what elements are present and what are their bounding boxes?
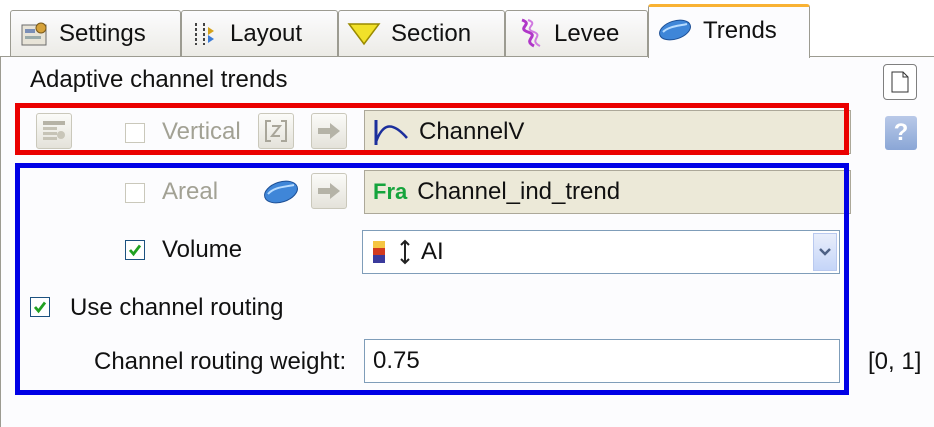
tab-levee[interactable]: Levee: [505, 10, 648, 56]
volume-dropdown[interactable]: AI: [362, 230, 840, 274]
arrow-right-icon: [318, 123, 340, 139]
updown-arrow-icon: [400, 239, 410, 265]
areal-checkbox[interactable]: [125, 183, 145, 203]
tab-trends[interactable]: Trends: [648, 4, 810, 58]
vertical-label: Vertical: [162, 118, 241, 145]
checkmark-icon: [33, 301, 47, 314]
vertical-zfilter-button[interactable]: [258, 113, 294, 149]
vertical-trend-field[interactable]: ChannelV: [364, 110, 851, 154]
seismic-cube-icon: [373, 241, 385, 263]
table-settings-icon: [43, 121, 65, 140]
channel-routing-weight-value: 0.75: [373, 347, 420, 374]
tab-trends-label: Trends: [703, 17, 777, 44]
tab-levee-label: Levee: [554, 19, 620, 47]
dropdown-arrow-button[interactable]: [813, 233, 837, 271]
channel-routing-weight-input[interactable]: 0.75: [364, 339, 840, 383]
volume-value: AI: [421, 238, 444, 265]
areal-map-icon: [264, 180, 298, 204]
settings-icon: [21, 22, 47, 45]
vertical-settings-button[interactable]: [36, 113, 72, 149]
new-document-button[interactable]: [883, 64, 917, 100]
tab-settings[interactable]: Settings: [10, 10, 181, 56]
panel-title: Adaptive channel trends: [30, 66, 288, 93]
channel-routing-weight-label: Channel routing weight:: [94, 348, 347, 375]
checkmark-icon: [128, 244, 142, 257]
use-channel-routing-label: Use channel routing: [70, 294, 284, 321]
new-document-icon: [891, 71, 909, 93]
arrow-right-icon: [318, 183, 340, 199]
tab-layout[interactable]: Layout: [181, 10, 338, 56]
areal-trend-field[interactable]: Fra Channel_ind_trend: [364, 170, 851, 214]
vertical-trend-value: ChannelV: [419, 118, 525, 145]
z-filter-icon: [265, 120, 287, 142]
vertical-curve-icon: [374, 120, 408, 145]
vertical-arrow-button[interactable]: [311, 113, 347, 149]
vertical-checkbox[interactable]: [125, 123, 145, 143]
volume-checkbox[interactable]: [125, 240, 145, 260]
fracture-grid-icon: Fra: [373, 179, 408, 204]
layout-icon: [195, 22, 214, 45]
tab-section-label: Section: [391, 19, 472, 47]
help-icon: ?: [893, 119, 909, 146]
levee-icon: [521, 18, 541, 47]
areal-trend-value: Channel_ind_trend: [417, 178, 621, 205]
tab-section[interactable]: Section: [338, 10, 505, 56]
tab-settings-label: Settings: [59, 19, 146, 47]
trends-icon: [659, 19, 691, 41]
channel-routing-weight-range: [0, 1]: [868, 348, 922, 375]
tab-layout-label: Layout: [230, 19, 303, 47]
areal-arrow-button[interactable]: [311, 173, 347, 209]
help-button[interactable]: ?: [885, 116, 917, 150]
section-icon: [347, 22, 381, 45]
use-channel-routing-checkbox[interactable]: [30, 297, 50, 317]
volume-label: Volume: [162, 236, 243, 263]
chevron-down-icon: [819, 248, 831, 256]
areal-label: Areal: [162, 178, 219, 205]
